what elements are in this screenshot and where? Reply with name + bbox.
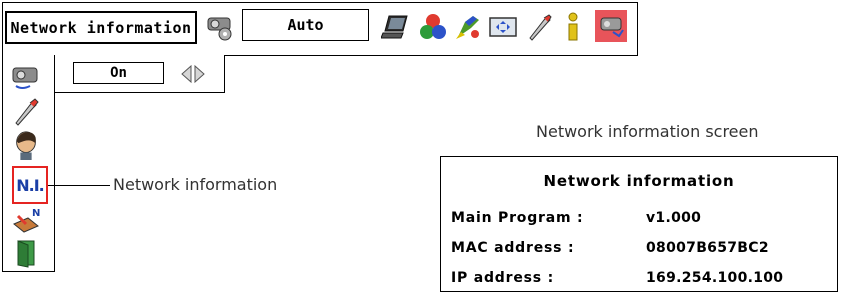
network-information-icon[interactable]: N.I. xyxy=(12,166,48,204)
info-icon[interactable] xyxy=(562,11,584,43)
callout-label: Network information xyxy=(113,175,278,194)
main-program-value: v1.000 xyxy=(646,210,702,226)
mac-address-value: 08007B657BC2 xyxy=(646,240,769,256)
mode-value-box[interactable]: Auto xyxy=(242,9,369,41)
projector-settings-icon[interactable] xyxy=(205,12,235,42)
color-balls-icon[interactable] xyxy=(418,12,448,42)
network-info-panel: Network information Main Program : v1.00… xyxy=(440,156,838,292)
info-panel-title: Network information xyxy=(543,172,735,190)
network-setting-icon[interactable]: N xyxy=(10,206,42,236)
color-brush-icon[interactable] xyxy=(453,12,483,42)
ip-address-label: IP address : xyxy=(451,270,554,286)
screen-icon[interactable] xyxy=(488,12,518,42)
network-icon[interactable] xyxy=(595,10,627,42)
wrench-icon[interactable] xyxy=(524,12,554,42)
network-value-box[interactable]: On xyxy=(73,62,164,84)
svg-text:N: N xyxy=(32,208,40,219)
callout-line xyxy=(48,185,110,186)
network-projector-icon[interactable] xyxy=(10,62,42,92)
screen-caption: Network information screen xyxy=(536,122,759,141)
menu-title: Network information xyxy=(5,11,197,44)
exit-icon[interactable] xyxy=(10,238,42,268)
left-right-arrows-icon[interactable] xyxy=(180,64,206,84)
mac-address-label: MAC address : xyxy=(451,240,575,256)
ip-address-value: 169.254.100.100 xyxy=(646,270,784,286)
main-program-label: Main Program : xyxy=(451,210,584,226)
laptop-icon[interactable] xyxy=(381,13,411,41)
wrench-icon[interactable] xyxy=(10,96,42,126)
user-icon[interactable] xyxy=(10,130,42,160)
